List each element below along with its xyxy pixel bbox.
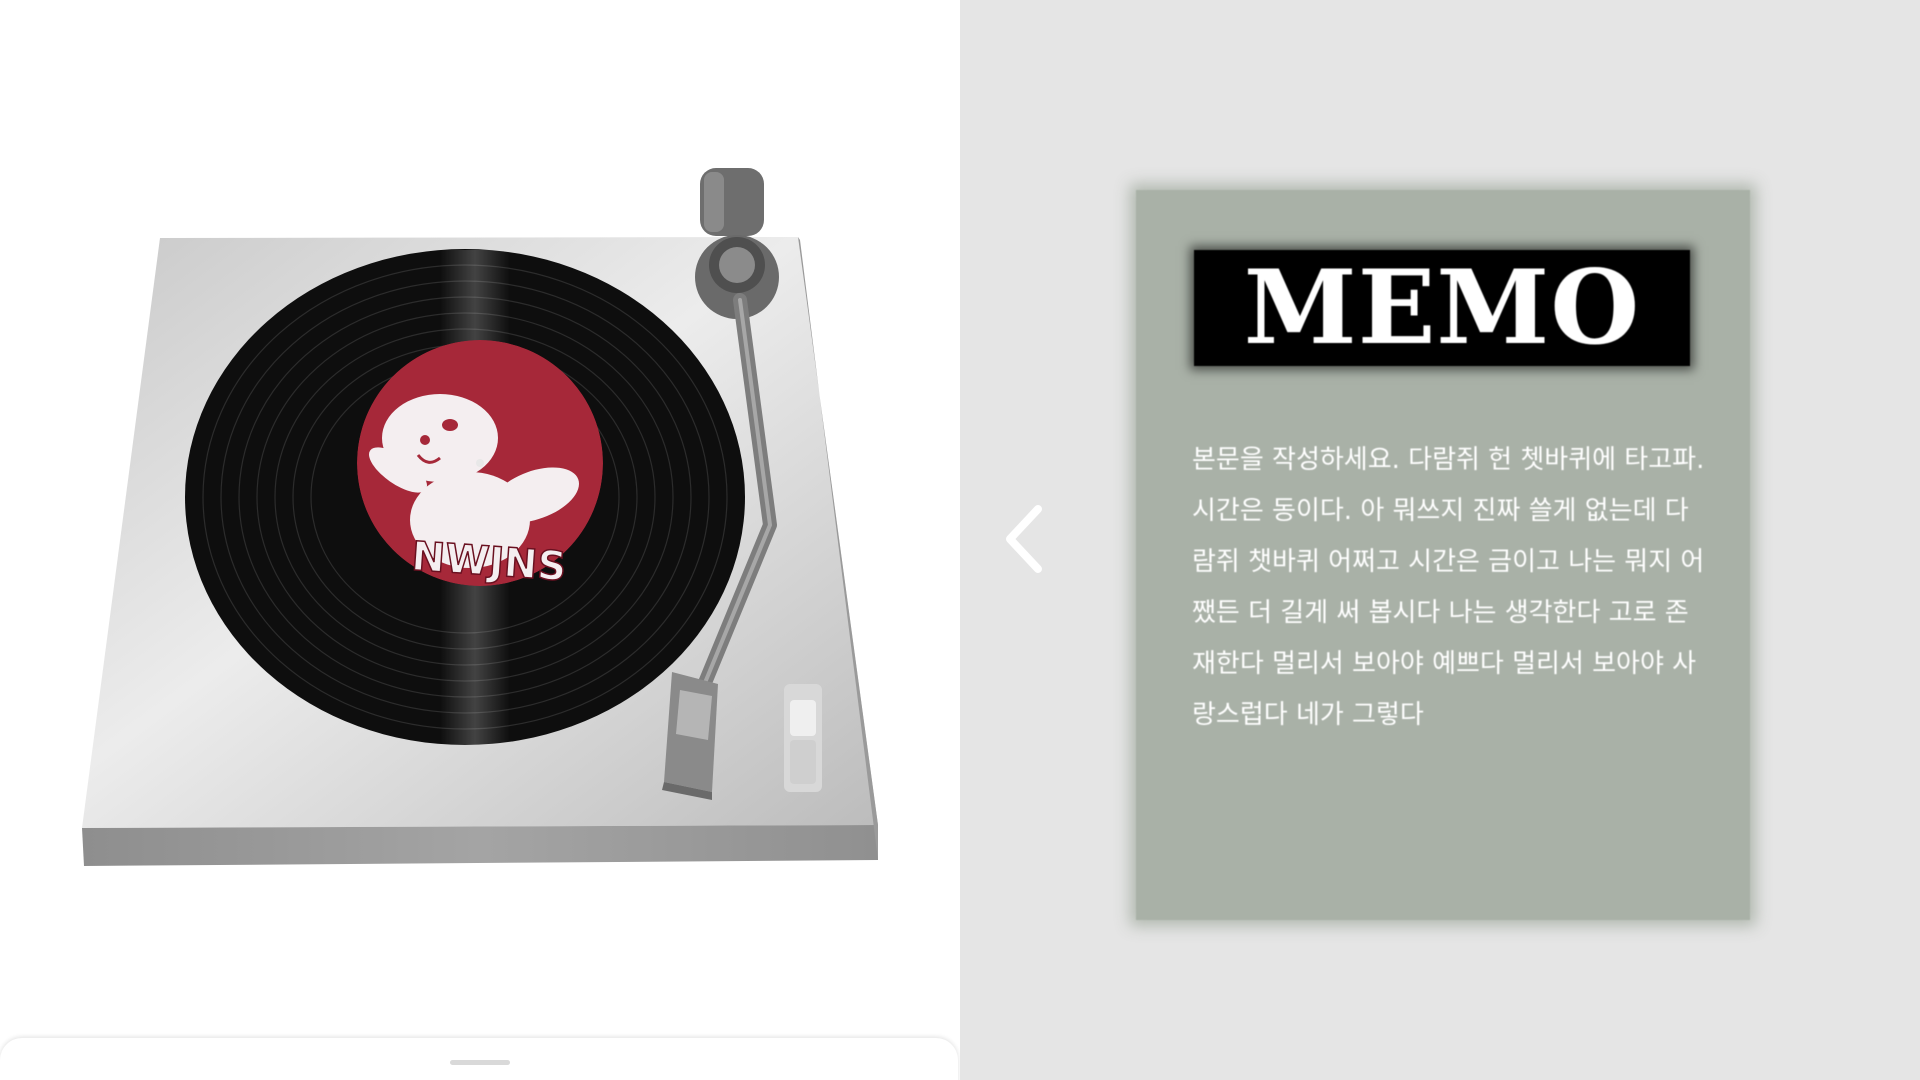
spindle xyxy=(476,459,484,467)
memo-card: MEMO 본문을 작성하세요. 다람쥐 헌 쳇바퀴에 타고파. 시간은 동이다.… xyxy=(1136,190,1750,920)
speed-switch[interactable] xyxy=(784,684,822,792)
memo-title: MEMO xyxy=(1243,248,1641,368)
turntable-pane: NWJNS xyxy=(0,0,960,1080)
memo-title-box: MEMO xyxy=(1194,250,1690,366)
turntable-illustration[interactable]: NWJNS xyxy=(0,0,960,1080)
bottom-sheet[interactable] xyxy=(0,1038,958,1080)
prev-button[interactable] xyxy=(1000,503,1056,575)
memo-body-text[interactable]: 본문을 작성하세요. 다람쥐 헌 쳇바퀴에 타고파. 시간은 동이다. 아 뭐쓰… xyxy=(1192,435,1712,741)
sheet-drag-handle[interactable] xyxy=(450,1060,510,1065)
chevron-left-icon xyxy=(1006,505,1042,573)
